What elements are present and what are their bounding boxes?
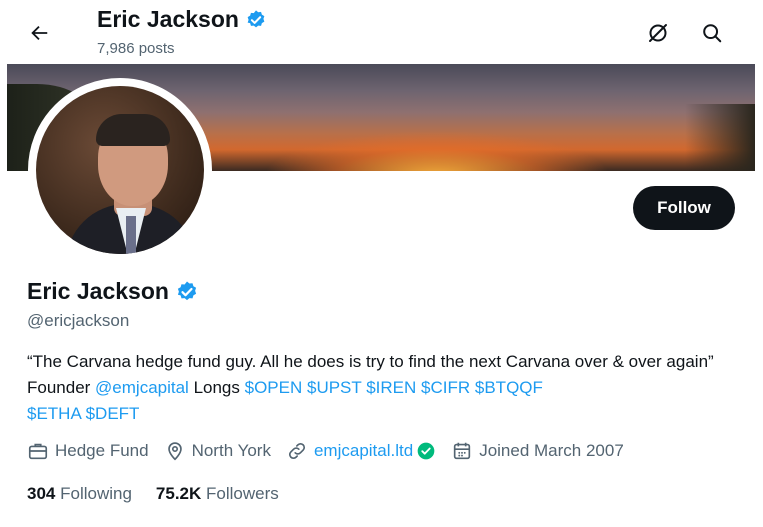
header-title: Eric Jackson	[97, 6, 267, 33]
back-button[interactable]	[21, 15, 57, 51]
cashtag-link[interactable]: $UPST	[307, 378, 362, 397]
follow-button[interactable]: Follow	[633, 186, 735, 230]
banner-trees-right	[685, 104, 755, 171]
arrow-left-icon	[31, 25, 48, 41]
header-name: Eric Jackson	[97, 6, 239, 32]
cashtag-link[interactable]: $ETHA	[27, 404, 81, 423]
website-link-wrap: emjcapital.ltd	[314, 441, 436, 461]
following-count: 304	[27, 484, 56, 503]
post-count: 7,986 posts	[97, 40, 175, 57]
followers-label: Followers	[206, 484, 279, 503]
cashtag-link[interactable]: $CIFR	[421, 378, 470, 397]
verified-link-icon	[417, 442, 435, 460]
profile-handle: @ericjackson	[27, 311, 130, 330]
profile-bio: “The Carvana hedge fund guy. All he does…	[27, 349, 727, 427]
profile-page: Eric Jackson 7,986 posts Follow Eric Jac…	[7, 0, 755, 527]
location-pin-icon	[167, 442, 182, 461]
search-button[interactable]	[693, 14, 731, 52]
verified-badge-icon	[247, 9, 265, 27]
meta-joined: Joined March 2007	[451, 440, 624, 462]
verified-badge-icon[interactable]	[175, 280, 199, 304]
profile-name-row: Eric Jackson	[27, 278, 199, 305]
grok-icon	[649, 24, 667, 42]
cashtag-link[interactable]: $BTQQF	[475, 378, 543, 397]
follow-stats: 304 Following 75.2K Followers	[27, 484, 279, 504]
following-label: Following	[60, 484, 132, 503]
avatar-tie	[126, 216, 136, 254]
meta-category: Hedge Fund	[27, 440, 149, 462]
meta-location: North York	[164, 440, 271, 462]
following-link[interactable]: 304 Following	[27, 484, 132, 504]
cashtag-link[interactable]: $DEFT	[86, 404, 140, 423]
meta-category-label: Hedge Fund	[55, 441, 149, 460]
followers-count: 75.2K	[155, 484, 202, 503]
calendar-icon	[454, 442, 471, 460]
bio-mention-link[interactable]: @emjcapital	[95, 378, 189, 397]
briefcase-icon	[28, 443, 48, 460]
grok-button[interactable]	[639, 14, 677, 52]
link-icon	[288, 442, 306, 460]
meta-website[interactable]: emjcapital.ltd	[286, 440, 436, 462]
cashtag-link[interactable]: $IREN	[366, 378, 416, 397]
profile-meta: Hedge Fund North York emjcapital.ltd Joi…	[27, 440, 639, 462]
meta-location-label: North York	[191, 441, 271, 460]
profile-name: Eric Jackson	[27, 278, 169, 304]
meta-joined-label: Joined March 2007	[479, 441, 624, 460]
avatar[interactable]	[28, 78, 212, 262]
avatar-photo	[36, 86, 204, 254]
avatar-hair	[96, 114, 170, 146]
cashtag-link[interactable]: $OPEN	[245, 378, 303, 397]
search-icon	[703, 24, 722, 43]
top-bar: Eric Jackson 7,986 posts	[7, 0, 755, 64]
website-link[interactable]: emjcapital.ltd	[314, 441, 413, 461]
bio-text: Longs	[188, 378, 245, 397]
followers-link[interactable]: 75.2K Followers	[156, 484, 279, 504]
